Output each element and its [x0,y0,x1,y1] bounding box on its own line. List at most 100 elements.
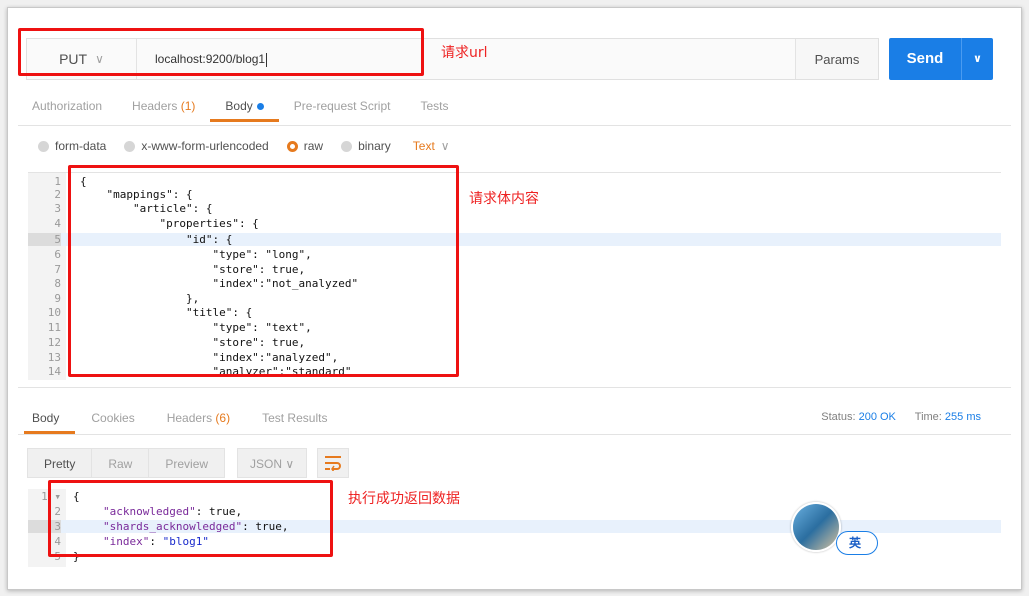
code-line: 8 "index":"not_analyzed" [28,277,1001,290]
line-number: 5 [54,550,61,563]
params-button[interactable]: Params [795,39,878,79]
radio-urlencoded[interactable]: x-www-form-urlencoded [124,139,269,153]
tab-body[interactable]: Body [210,92,279,122]
line-number: 2 [54,188,61,201]
tab-pre-request-script[interactable]: Pre-request Script [279,92,406,122]
tab-headers[interactable]: Headers (1) [117,92,210,122]
wrap-lines-button[interactable] [317,448,350,478]
tab-tests[interactable]: Tests [405,92,463,122]
radio-label: x-www-form-urlencoded [141,139,269,153]
body-annotation: 请求体内容 [469,191,539,207]
line-number: 9 [54,292,61,305]
code-text: { [80,175,87,188]
code-text: "type": "long", [80,248,312,261]
tab-label: Tests [420,99,449,113]
radio-icon [38,140,49,152]
view-raw-button[interactable]: Raw [92,448,150,478]
json-value: : true, [242,520,289,533]
send-dropdown-icon[interactable]: ∨ [961,38,993,80]
wrap-lines-icon [325,456,342,471]
tab-test-results[interactable]: Test Results [246,404,343,434]
response-view-bar: Pretty Raw Preview JSON ∨ [27,448,350,478]
tab-count: (1) [180,99,196,113]
avatar[interactable] [791,502,841,552]
code-text: "analyzer":"standard" [80,365,352,378]
code-line: 12 "store": true, [28,336,1001,349]
code-text: "type": "text", [80,321,312,334]
time-label: Time: [914,411,942,423]
line-number: 8 [54,277,61,290]
line-number: 3 [54,202,61,215]
radio-binary[interactable]: binary [341,139,391,153]
radio-label: binary [358,139,391,153]
json-value: : true, [195,505,243,518]
url-value: localhost:9200/blog1 [155,52,266,66]
content-type-dropdown[interactable]: Text ∨ [413,139,450,153]
view-preview-button[interactable]: Preview [149,448,226,478]
radio-label: raw [303,139,324,153]
code-text: "index":"not_analyzed" [80,277,359,290]
line-number: 3 [28,520,61,533]
line-number: 5 [28,233,61,246]
line-number: 1 ▾ [41,490,61,503]
send-label: Send [906,50,944,67]
tab-label: Headers [132,99,178,113]
response-status: Status: 200 OK Time: 255 ms [821,411,981,423]
response-annotation: 执行成功返回数据 [348,491,460,507]
body-modified-dot-icon [256,103,264,111]
code-text: "index": "blog1" [103,535,209,548]
view-pretty-button[interactable]: Pretty [27,448,93,478]
status-label: Status: [821,411,856,423]
body-mode-radios: form-data x-www-form-urlencoded raw bina… [38,139,450,153]
code-text: } [73,550,80,563]
tab-label: Authorization [32,99,103,113]
tab-authorization[interactable]: Authorization [26,92,117,122]
code-text: "store": true, [80,336,306,349]
divider [18,434,1011,435]
method-select[interactable]: PUT ∨ [27,39,137,79]
line-number: 11 [47,321,61,334]
code-text: "acknowledged": true, [103,505,242,518]
chevron-down-icon: ∨ [440,139,450,153]
avatar-image [793,504,839,550]
code-line: 4 "properties": { [28,217,1001,230]
tab-label: Headers [166,411,213,425]
radio-raw[interactable]: raw [286,139,324,153]
chevron-down-icon: ∨ [95,52,104,66]
tab-cookies[interactable]: Cookies [75,404,150,434]
url-input[interactable]: localhost:9200/blog1 [155,39,425,79]
code-line: 7 "store": true, [28,263,1001,276]
code-line: 13 "index":"analyzed", [28,351,1001,364]
line-number: 6 [54,248,61,261]
tab-label: Body [225,99,253,113]
line-number: 4 [54,217,61,230]
code-text: "index":"analyzed", [80,351,339,364]
code-line: 9 }, [28,292,1001,305]
format-label: JSON [250,457,283,471]
code-line: 11 "type": "text", [28,321,1001,334]
format-dropdown[interactable]: JSON ∨ [237,448,308,478]
line-number: 2 [54,505,61,518]
code-text: "mappings": { [80,188,193,201]
code-text: "properties": { [80,217,259,230]
radio-form-data[interactable]: form-data [38,139,106,153]
json-key: "acknowledged" [103,505,196,518]
line-number: 14 [47,365,61,378]
line-number: 4 [54,535,61,548]
line-number: 10 [47,306,61,319]
tab-response-headers[interactable]: Headers (6) [151,404,246,434]
code-text: "title": { [80,306,253,319]
response-tabs: Body Cookies Headers (6) Test Results [24,404,343,434]
chevron-down-icon: ∨ [285,457,295,471]
send-button[interactable]: Send ∨ [889,38,993,80]
app-window: PUT ∨ localhost:9200/blog1 Params Send ∨… [7,7,1022,590]
radio-selected-icon [286,140,298,152]
line-number: 7 [54,263,61,276]
code-text: "store": true, [80,263,306,276]
code-line: 14 "analyzer":"standard" [28,365,1001,378]
tab-response-body[interactable]: Body [24,404,76,434]
code-line: 1{ [28,175,1001,188]
json-key: "shards_acknowledged" [103,520,243,533]
tab-label: Test Results [262,411,328,425]
ime-language-badge[interactable]: 英 [836,531,878,555]
